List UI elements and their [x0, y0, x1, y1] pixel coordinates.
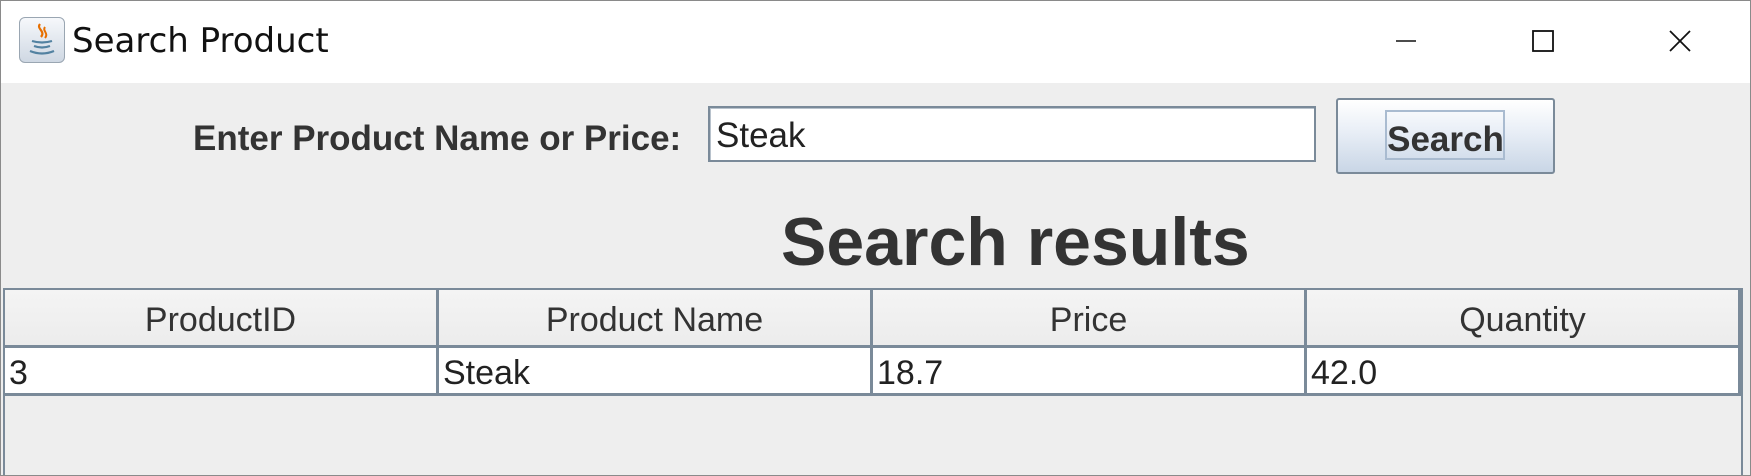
table-row[interactable]: 3 Steak 18.7 42.0	[5, 348, 1741, 396]
search-label: Enter Product Name or Price:	[193, 119, 682, 158]
table-cell-quantity[interactable]: 42.0	[1307, 348, 1741, 396]
minimize-icon	[1395, 40, 1416, 42]
window-title: Search Product	[72, 21, 329, 61]
column-header-quantity[interactable]: Quantity	[1307, 290, 1741, 348]
column-header-product-name[interactable]: Product Name	[439, 290, 873, 348]
title-bar[interactable]: Search Product	[1, 1, 1750, 83]
maximize-button[interactable]	[1474, 1, 1611, 81]
maximize-icon	[1531, 30, 1554, 52]
results-heading: Search results	[781, 204, 1250, 280]
table-cell-price[interactable]: 18.7	[873, 348, 1307, 396]
column-header-price[interactable]: Price	[873, 290, 1307, 348]
search-input[interactable]	[708, 106, 1316, 162]
close-button[interactable]	[1611, 1, 1748, 81]
minimize-button[interactable]	[1337, 1, 1474, 81]
table-header: ProductID Product Name Price Quantity	[5, 290, 1741, 348]
search-button[interactable]: Search	[1336, 98, 1555, 174]
search-button-label: Search	[1387, 120, 1504, 159]
column-header-productid[interactable]: ProductID	[5, 290, 439, 348]
table-cell-product-name[interactable]: Steak	[439, 348, 873, 396]
java-cup-icon	[19, 17, 65, 63]
results-table[interactable]: ProductID Product Name Price Quantity 3 …	[3, 288, 1743, 475]
table-cell-productid[interactable]: 3	[5, 348, 439, 396]
close-icon	[1668, 30, 1691, 52]
search-product-window: Search Product Enter Product Name or Pri…	[0, 0, 1751, 476]
